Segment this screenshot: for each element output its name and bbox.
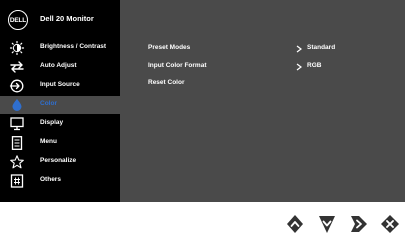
sidebar-item-label: Others — [40, 176, 61, 183]
input-color-format-option[interactable]: Input Color Format — [148, 62, 207, 69]
sidebar-item-auto-adjust[interactable]: Auto Adjust — [0, 58, 120, 76]
osd-menu: DELL Dell 20 Monitor Brightness / Contra… — [0, 0, 405, 202]
sidebar-item-label: Color — [40, 100, 57, 107]
others-icon — [10, 174, 24, 188]
sidebar-item-label: Auto Adjust — [40, 62, 77, 69]
chevron-right-icon — [296, 63, 302, 71]
preset-modes-value-text: Standard — [307, 44, 336, 51]
sidebar-item-label: Display — [40, 119, 64, 126]
down-arrow-button-icon[interactable] — [317, 214, 337, 234]
menu-icon — [11, 136, 23, 150]
sidebar-item-personalize[interactable]: Personalize — [0, 153, 120, 171]
input-color-format-value-text: RGB — [307, 62, 322, 69]
brightness-icon — [9, 41, 25, 55]
reset-color-option[interactable]: Reset Color — [148, 79, 184, 86]
sidebar-item-label: Input Source — [40, 81, 80, 88]
sidebar-item-menu[interactable]: Menu — [0, 134, 120, 152]
sidebar-item-brightness-contrast[interactable]: Brightness / Contrast — [0, 39, 120, 57]
sidebar: DELL Dell 20 Monitor Brightness / Contra… — [0, 0, 120, 202]
sidebar-item-label: Personalize — [40, 157, 77, 164]
input-source-icon — [9, 79, 24, 93]
auto-adjust-icon — [10, 61, 24, 73]
up-arrow-button-icon[interactable] — [285, 214, 305, 234]
color-drop-icon — [12, 99, 22, 111]
display-icon — [10, 117, 24, 131]
preset-modes-option[interactable]: Preset Modes — [148, 44, 190, 51]
monitor-model: Dell 20 Monitor — [40, 14, 94, 23]
sidebar-item-label: Brightness / Contrast — [40, 43, 107, 50]
sidebar-item-label: Menu — [40, 138, 57, 145]
right-arrow-button-icon[interactable] — [349, 214, 369, 234]
sidebar-item-display[interactable]: Display — [0, 115, 120, 133]
chevron-right-icon — [296, 45, 302, 53]
dell-logo: DELL — [8, 10, 28, 30]
close-button-icon[interactable] — [380, 214, 400, 234]
header: DELL Dell 20 Monitor — [0, 0, 120, 38]
sidebar-item-input-source[interactable]: Input Source — [0, 77, 120, 95]
sidebar-item-others[interactable]: Others — [0, 172, 120, 190]
sidebar-item-color[interactable]: Color — [0, 96, 120, 114]
star-icon — [10, 155, 24, 169]
color-settings-panel: Preset Modes Standard Input Color Format… — [120, 0, 405, 202]
